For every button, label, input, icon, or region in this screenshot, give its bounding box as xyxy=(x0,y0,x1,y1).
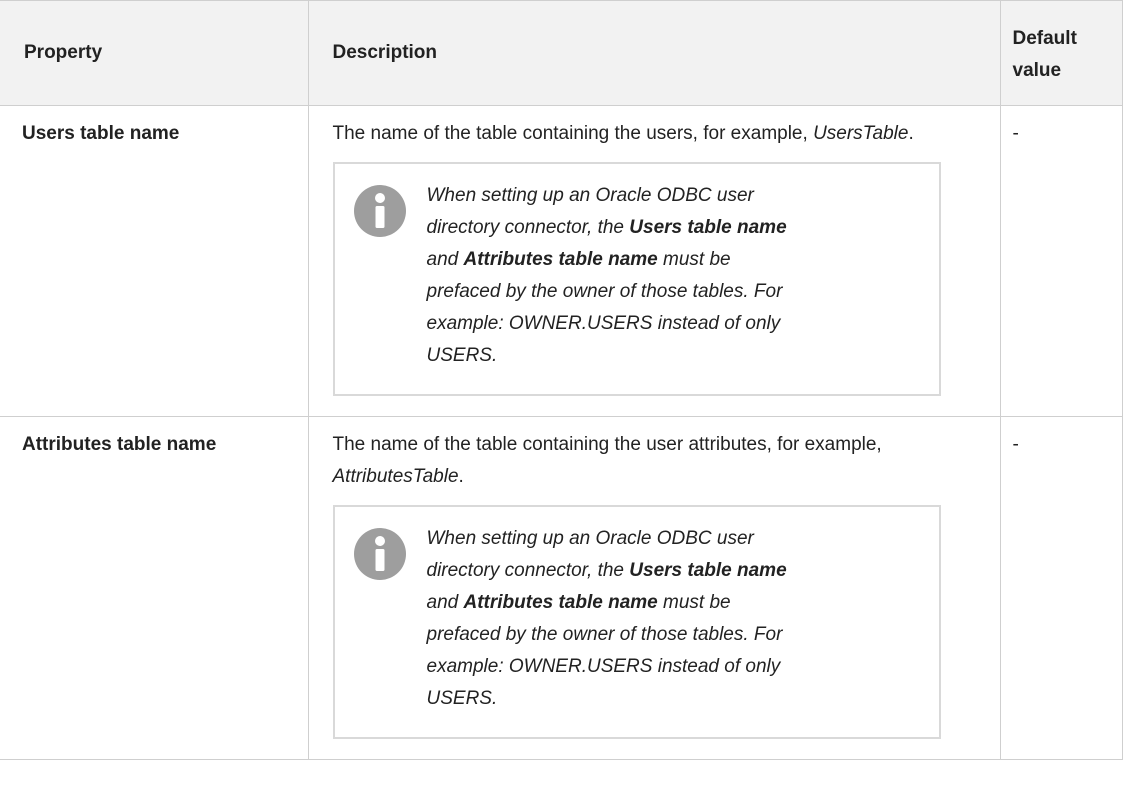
header-description: Description xyxy=(308,0,1001,106)
property-name: Attributes table name xyxy=(0,416,309,760)
table-header-row: Property Description Default value xyxy=(0,0,1123,106)
description-lead: The name of the table containing the use… xyxy=(332,434,882,455)
property-description: The name of the table containing the use… xyxy=(308,416,1001,760)
property-name: Users table name xyxy=(0,105,309,417)
description-example: UsersTable xyxy=(813,123,909,144)
note-text-part: and xyxy=(426,249,464,270)
note-text-part: and xyxy=(426,592,464,613)
note-bold-users-table-name: Users table name xyxy=(629,217,787,238)
description-example: AttributesTable xyxy=(332,466,459,487)
property-description: The name of the table containing the use… xyxy=(308,105,1001,417)
header-default-value: Default value xyxy=(1000,0,1123,106)
description-end: . xyxy=(908,123,914,144)
header-default-line2: value xyxy=(1012,60,1062,81)
note-box: When setting up an Oracle ODBC user dire… xyxy=(332,505,941,739)
note-bold-attributes-table-name: Attributes table name xyxy=(463,592,658,613)
table-row: Attributes table name The name of the ta… xyxy=(0,416,1123,760)
properties-table: Property Description Default value Users… xyxy=(0,0,1123,760)
info-icon xyxy=(353,185,406,237)
note-bold-attributes-table-name: Attributes table name xyxy=(463,249,658,270)
description-end: . xyxy=(458,466,464,487)
info-icon xyxy=(353,528,406,580)
description-text: The name of the table containing the use… xyxy=(333,118,978,150)
note-box: When setting up an Oracle ODBC user dire… xyxy=(332,162,941,396)
table-row: Users table name The name of the table c… xyxy=(0,105,1123,417)
description-text: The name of the table containing the use… xyxy=(333,429,978,493)
header-property: Property xyxy=(0,0,309,106)
document-page: Property Description Default value Users… xyxy=(0,0,1134,809)
note-text: When setting up an Oracle ODBC user dire… xyxy=(427,180,797,372)
default-value: - xyxy=(1000,416,1123,760)
header-default-line1: Default xyxy=(1012,28,1077,49)
description-lead: The name of the table containing the use… xyxy=(332,123,814,144)
note-text: When setting up an Oracle ODBC user dire… xyxy=(427,523,797,715)
default-value: - xyxy=(1000,105,1123,417)
note-bold-users-table-name: Users table name xyxy=(629,560,787,581)
